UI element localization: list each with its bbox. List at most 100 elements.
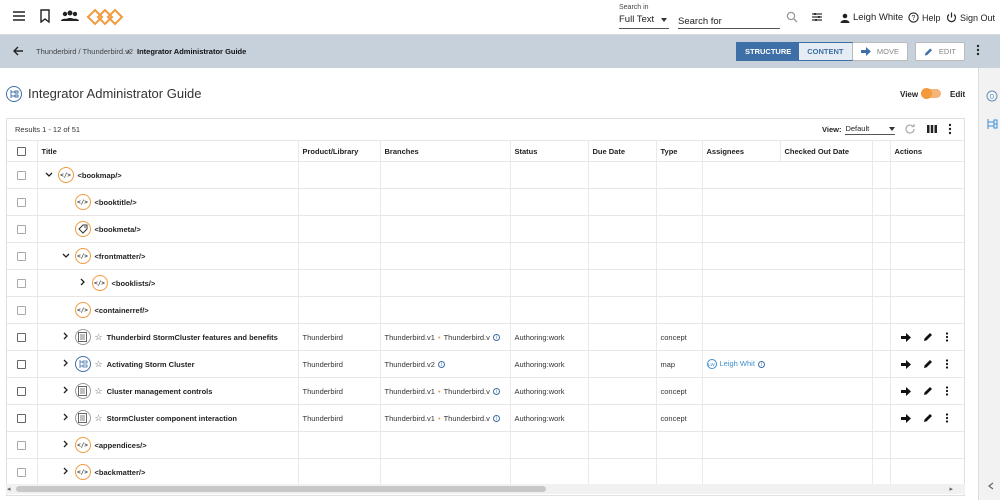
tree-structure-icon[interactable] <box>986 118 998 130</box>
row-more-icon[interactable] <box>945 332 949 342</box>
move-button[interactable]: MOVE <box>852 42 908 61</box>
search-input[interactable] <box>678 12 780 29</box>
search-in-select[interactable]: Full Text <box>619 14 669 29</box>
table-row[interactable]: ☆ Activating Storm Cluster Thunderbird Th… <box>7 350 964 378</box>
chevron-right-icon[interactable] <box>61 359 71 369</box>
help-button[interactable]: ? Help <box>908 12 941 23</box>
filter-settings-icon[interactable] <box>811 11 827 27</box>
chevron-down-icon[interactable] <box>61 251 71 261</box>
row-more-icon[interactable] <box>945 359 949 369</box>
menu-icon[interactable] <box>12 9 28 25</box>
table-row[interactable]: </> <booklists/> <box>7 269 964 297</box>
table-row[interactable]: ☆ Cluster management controls Thunderbird… <box>7 377 964 405</box>
details-icon[interactable]: D <box>986 90 998 102</box>
search-icon[interactable] <box>786 11 802 27</box>
view-edit-toggle[interactable] <box>921 88 941 99</box>
row-more-icon[interactable] <box>945 413 949 423</box>
edit-pencil-icon[interactable] <box>923 413 933 423</box>
move-arrow-icon[interactable] <box>900 413 911 423</box>
row-checkbox[interactable] <box>17 251 26 261</box>
sign-out-button[interactable]: Sign Out <box>946 12 995 23</box>
move-arrow-icon[interactable] <box>900 359 911 369</box>
info-icon[interactable]: i <box>437 361 445 369</box>
more-options-icon[interactable] <box>976 44 980 58</box>
edit-pencil-icon[interactable] <box>923 386 933 396</box>
select-all-checkbox[interactable] <box>17 146 26 156</box>
table-row[interactable]: </> <appendices/> <box>7 431 964 459</box>
row-title[interactable]: Activating Storm Cluster <box>107 360 195 369</box>
table-row[interactable]: ☆ Thunderbird StormCluster features and b… <box>7 323 964 351</box>
table-row[interactable]: </> <booktitle/> <box>7 188 964 216</box>
info-icon[interactable]: i <box>492 388 500 396</box>
chevron-right-icon[interactable] <box>61 440 71 450</box>
chevron-right-icon[interactable] <box>61 467 71 477</box>
chevron-right-icon[interactable] <box>61 413 71 423</box>
edit-pencil-icon[interactable] <box>923 332 933 342</box>
info-icon[interactable]: i <box>757 360 765 368</box>
column-due-date[interactable]: Due Date <box>588 140 657 162</box>
content-tab[interactable]: CONTENT <box>799 43 852 60</box>
row-title[interactable]: <bookmap/> <box>78 171 122 180</box>
chevron-right-icon[interactable] <box>78 278 88 288</box>
panel-more-icon[interactable] <box>948 123 952 135</box>
favorite-star-icon[interactable]: ☆ <box>95 386 103 397</box>
row-checkbox[interactable] <box>17 386 26 396</box>
row-title[interactable]: <booktitle/> <box>95 198 137 207</box>
row-checkbox[interactable] <box>17 170 26 180</box>
row-checkbox[interactable] <box>17 440 26 450</box>
move-arrow-icon[interactable] <box>900 386 911 396</box>
favorite-star-icon[interactable]: ☆ <box>95 359 103 370</box>
collapse-chevron-icon[interactable] <box>988 482 994 490</box>
table-row[interactable]: <bookmeta/> <box>7 215 964 243</box>
table-row[interactable]: ☆ StormCluster component interaction Thun… <box>7 404 964 432</box>
users-icon[interactable] <box>60 9 80 25</box>
chevron-right-icon[interactable] <box>61 386 71 396</box>
row-title[interactable]: <appendices/> <box>95 441 147 450</box>
refresh-icon[interactable] <box>904 123 916 135</box>
breadcrumb-path[interactable]: Thunderbird / Thunderbird.v2 <box>36 47 133 56</box>
column-title[interactable]: Title <box>37 140 299 162</box>
structure-tab[interactable]: STRUCTURE <box>737 43 800 60</box>
row-checkbox[interactable] <box>17 467 26 477</box>
column-branches[interactable]: Branches <box>380 140 511 162</box>
row-checkbox[interactable] <box>17 278 26 288</box>
favorite-star-icon[interactable]: ☆ <box>95 332 103 343</box>
info-icon[interactable]: i <box>492 415 500 423</box>
scroll-right-icon[interactable]: ▸ <box>949 485 953 493</box>
horizontal-scrollbar[interactable]: ◂ ▸ <box>6 484 965 494</box>
bookmark-icon[interactable] <box>38 9 54 25</box>
row-checkbox[interactable] <box>17 305 26 315</box>
table-row[interactable]: </> <containerref/> <box>7 296 964 324</box>
row-checkbox[interactable] <box>17 359 26 369</box>
chevron-right-icon[interactable] <box>61 332 71 342</box>
assignee-name[interactable]: Leigh Whit <box>720 359 755 368</box>
row-title[interactable]: <containerref/> <box>95 306 149 315</box>
view-select[interactable]: Default <box>845 124 896 135</box>
scrollbar-thumb[interactable] <box>16 486 546 492</box>
back-arrow-icon[interactable] <box>12 45 24 59</box>
row-checkbox[interactable] <box>17 413 26 423</box>
column-status[interactable]: Status <box>510 140 589 162</box>
row-title[interactable]: Cluster management controls <box>107 387 213 396</box>
table-row[interactable]: </> <backmatter/> <box>7 458 964 486</box>
row-title[interactable]: StormCluster component interaction <box>107 414 237 423</box>
info-icon[interactable]: i <box>492 334 500 342</box>
row-title[interactable]: <frontmatter/> <box>95 252 146 261</box>
row-checkbox[interactable] <box>17 197 26 207</box>
columns-icon[interactable] <box>926 123 938 135</box>
user-menu[interactable]: Leigh White <box>840 12 903 23</box>
chevron-down-icon[interactable] <box>44 170 54 180</box>
scroll-left-icon[interactable]: ◂ <box>7 485 11 493</box>
column-type[interactable]: Type <box>656 140 703 162</box>
table-row[interactable]: </> <frontmatter/> <box>7 242 964 270</box>
move-arrow-icon[interactable] <box>900 332 911 342</box>
column-product[interactable]: Product/Library <box>298 140 381 162</box>
row-title[interactable]: <booklists/> <box>112 279 156 288</box>
column-assignees[interactable]: Assignees <box>702 140 781 162</box>
edit-pencil-icon[interactable] <box>923 359 933 369</box>
row-more-icon[interactable] <box>945 386 949 396</box>
column-checked-out[interactable]: Checked Out Date <box>780 140 873 162</box>
row-title[interactable]: <backmatter/> <box>95 468 146 477</box>
row-checkbox[interactable] <box>17 332 26 342</box>
row-title[interactable]: Thunderbird StormCluster features and be… <box>107 333 278 342</box>
